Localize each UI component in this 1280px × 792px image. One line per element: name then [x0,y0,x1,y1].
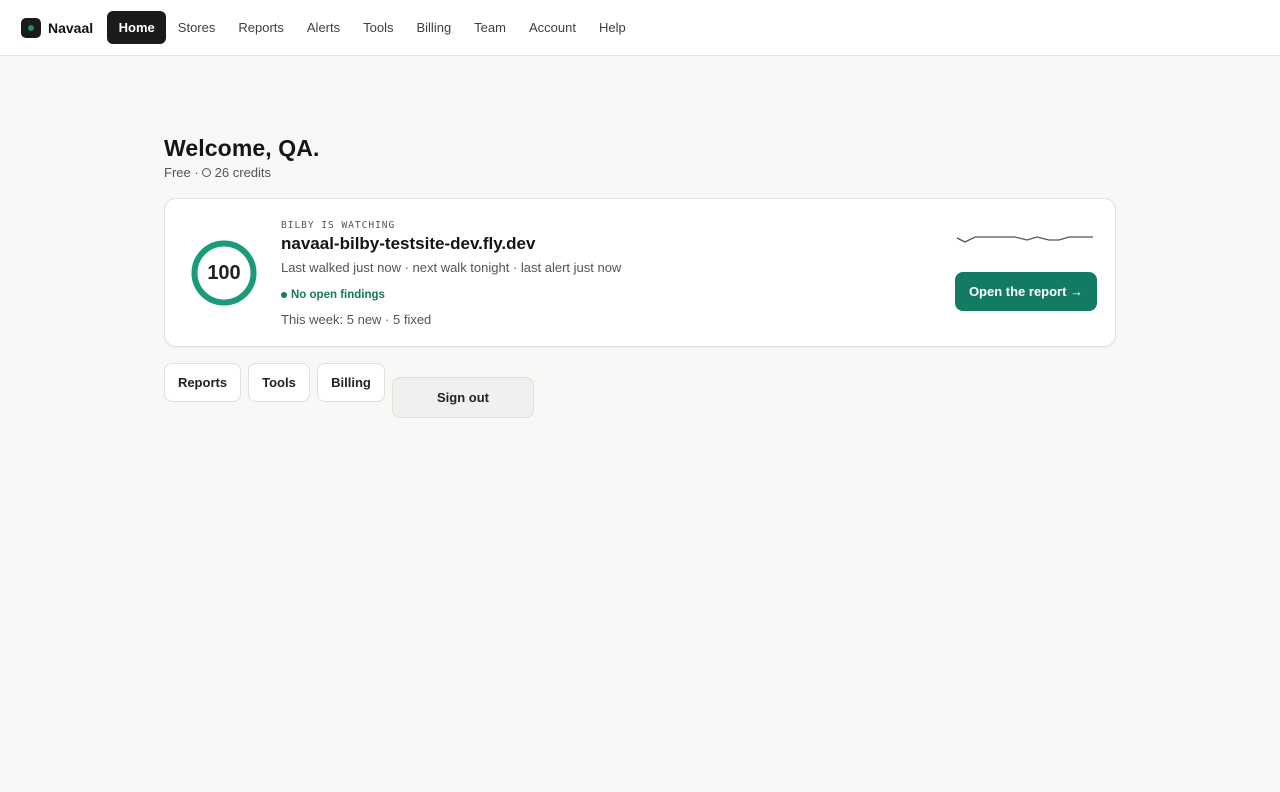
brand-logo-icon [21,17,41,38]
sign-out-button[interactable]: Sign out [392,377,534,418]
walk-status: Last walked just now · next walk tonight… [281,260,622,275]
score-ring: 100 [190,239,258,307]
brand-name: Navaal [48,19,94,36]
brand[interactable]: Navaal [21,17,94,38]
credits-count: 26 credits [214,165,272,180]
nav-item-help[interactable]: Help [587,11,637,44]
plan-label: Free · [164,165,199,180]
reports-button[interactable]: Reports [164,363,241,402]
sparkline-path [956,236,1093,243]
credits-icon [201,168,211,177]
plan-summary: Free · 26 credits [164,165,271,180]
nav-item-stores[interactable]: Stores [166,11,227,44]
nav-item-alerts[interactable]: Alerts [295,11,351,44]
brand-logo-dot [28,24,34,31]
weekly-summary: This week: 5 new · 5 fixed [281,312,432,327]
store-status-card: 100 BILBY IS WATCHING navaal-bilby-tests… [164,198,1116,347]
open-report-button[interactable]: Open the report → [955,272,1097,311]
findings-status: No open findings [281,289,385,301]
nav-item-home[interactable]: Home [107,11,167,44]
nav-item-billing[interactable]: Billing [405,11,463,44]
top-nav-bar: Navaal Home Stores Reports Alerts Tools … [0,0,1280,56]
nav-item-tools[interactable]: Tools [352,11,405,44]
page-title: Welcome, QA. [164,135,320,161]
nav-item-reports[interactable]: Reports [227,11,296,44]
main-nav: Home Stores Reports Alerts Tools Billing… [107,11,637,44]
status-dot-icon [281,292,287,298]
findings-label: No open findings [291,289,385,301]
nav-item-team[interactable]: Team [463,11,518,44]
tools-button[interactable]: Tools [248,363,310,402]
nav-item-account[interactable]: Account [517,11,587,44]
score-value: 100 [207,261,241,284]
site-name[interactable]: navaal-bilby-testsite-dev.fly.dev [281,234,535,254]
watching-label: BILBY IS WATCHING [281,220,396,231]
billing-button[interactable]: Billing [317,363,385,402]
trend-sparkline [956,236,1093,243]
